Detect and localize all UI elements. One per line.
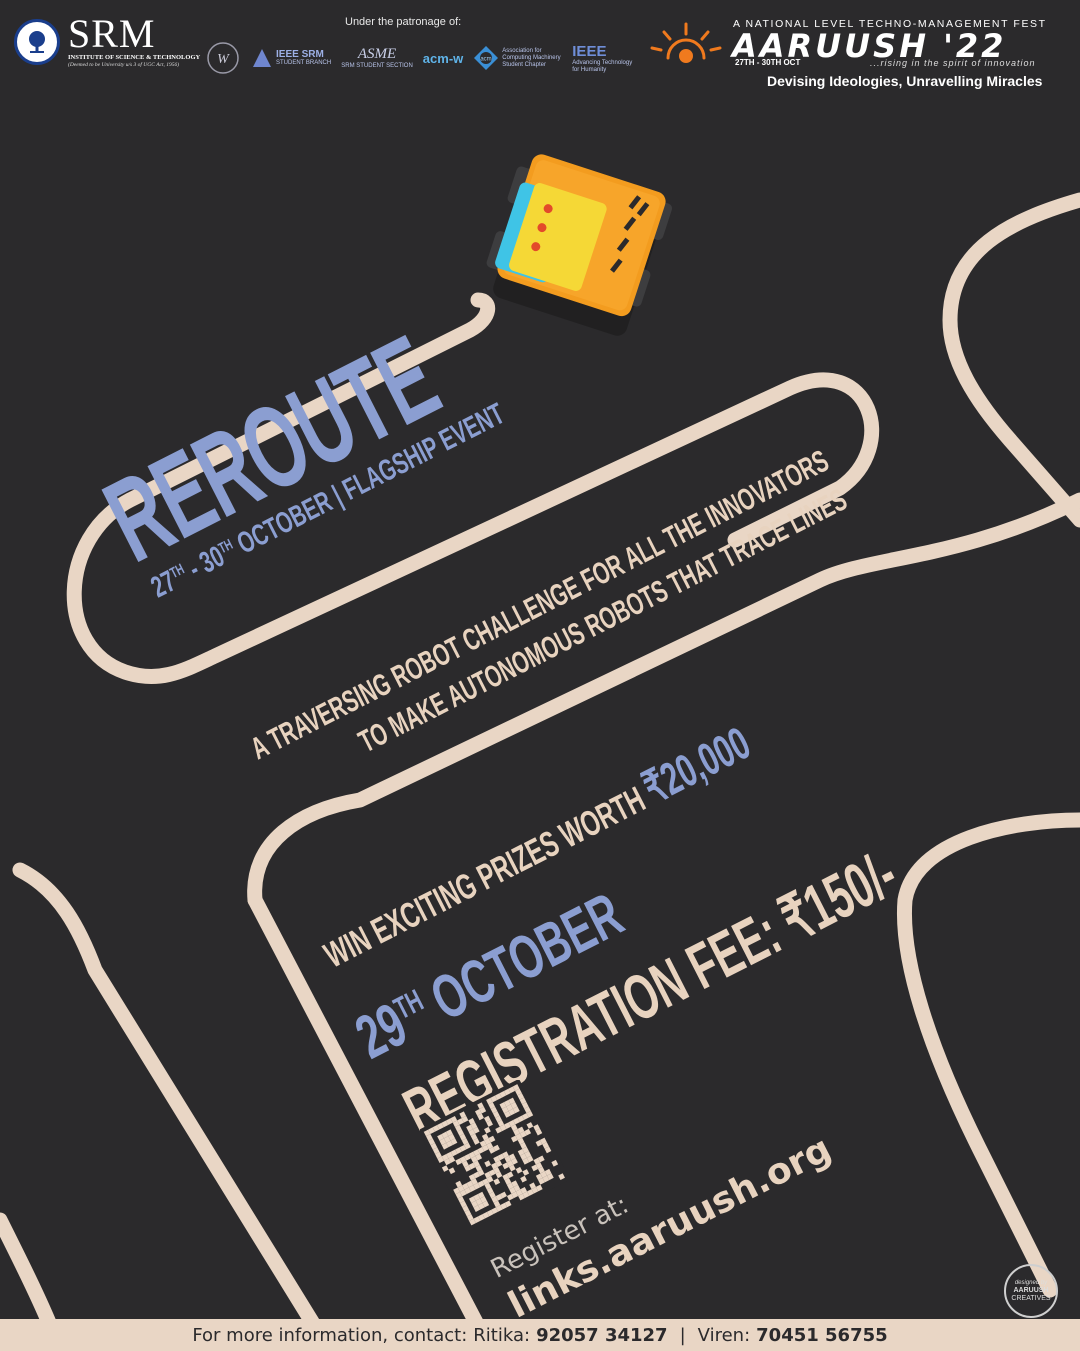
- patronage-label: Under the patronage of:: [345, 16, 462, 28]
- aaruush-slogan: ...rising in the spirit of innovation: [870, 58, 1036, 68]
- patron-logos: W IEEE SRM STUDENT BRANCH ASME SRM STUDEN…: [205, 40, 636, 76]
- srm-name: SRM: [68, 11, 156, 56]
- acm-diamond-icon: acm: [474, 46, 499, 70]
- footer-separator: |: [679, 1324, 686, 1346]
- srm-emblem-icon: [14, 18, 60, 65]
- patron-women-logo-icon: W: [205, 40, 241, 76]
- patron-name: acm: [481, 57, 492, 63]
- patron-sub: SRM STUDENT SECTION: [341, 63, 413, 69]
- patron-sub: Advancing Technology for Humanity: [572, 59, 633, 73]
- credit-line1: designed by: [1014, 1280, 1048, 1286]
- ieee-srm-icon: [253, 49, 271, 67]
- aaruush-motto: Devising Ideologies, Unravelling Miracle…: [767, 73, 1043, 89]
- track-bottom-left: [0, 1212, 60, 1338]
- svg-text:W: W: [217, 52, 230, 67]
- patron-name: IEEE: [572, 42, 607, 60]
- patron-asme: ASME SRM STUDENT SECTION: [341, 46, 413, 70]
- patron-sub: Association for Computing Machinery Stud…: [502, 47, 561, 68]
- patron-sub: STUDENT BRANCH: [276, 60, 332, 66]
- srm-subtitle-deemed: (Deemed to be University u/s 3 of UGC Ac…: [68, 62, 180, 68]
- srm-subtitle: INSTITUTE OF SCIENCE & TECHNOLOGY: [68, 54, 201, 61]
- contact2-name: Viren:: [697, 1324, 751, 1346]
- creatives-credit-badge: designed by AARUUSH CREATIVES: [1004, 1264, 1058, 1318]
- qr-code-icon[interactable]: [420, 1080, 570, 1230]
- patron-acm: acm Association for Computing Machinery …: [473, 45, 562, 71]
- contact1-phone[interactable]: 92057 34127: [536, 1325, 668, 1346]
- patron-acm-w: acm-w: [423, 51, 463, 66]
- aaruush-dates: 27TH - 30TH OCT: [735, 58, 801, 67]
- contact-footer: For more information, contact: Ritika: 9…: [0, 1319, 1080, 1351]
- credit-line2: AARUUSH: [1013, 1287, 1049, 1294]
- patron-name: IEEE SRM: [276, 49, 324, 60]
- event-poster: SRM INSTITUTE OF SCIENCE & TECHNOLOGY (D…: [0, 0, 1080, 1351]
- aaruush-sun-icon: [650, 22, 722, 63]
- footer-prefix: For more information, contact:: [192, 1324, 468, 1346]
- patron-name: acm-w: [422, 50, 464, 66]
- patron-name: ASME: [357, 46, 397, 62]
- credit-line3: CREATIVES: [1011, 1295, 1051, 1302]
- contact1-name: Ritika:: [473, 1324, 531, 1346]
- contact2-phone[interactable]: 70451 56755: [756, 1325, 888, 1346]
- srm-logo: SRM INSTITUTE OF SCIENCE & TECHNOLOGY (D…: [14, 14, 200, 69]
- patron-ieee: IEEE Advancing Technology for Humanity: [572, 43, 636, 74]
- patron-ieee-srm: IEEE SRM STUDENT BRANCH: [251, 47, 331, 69]
